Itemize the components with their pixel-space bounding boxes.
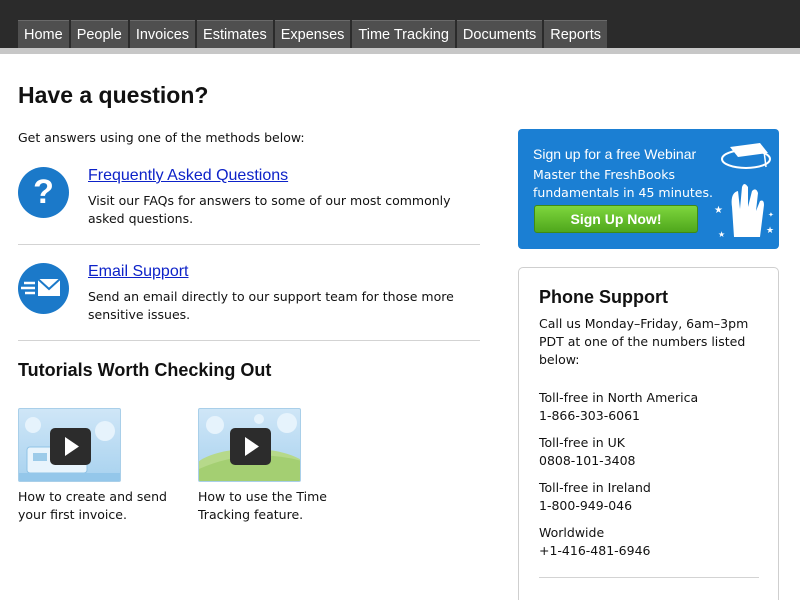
nav-tab-reports[interactable]: Reports bbox=[544, 20, 608, 48]
nav-tab-home[interactable]: Home bbox=[18, 20, 69, 48]
phone-support-title: Phone Support bbox=[539, 287, 668, 307]
sign-up-button[interactable]: Sign Up Now! bbox=[534, 205, 698, 233]
nav-tab-documents[interactable]: Documents bbox=[456, 20, 543, 48]
intro-text: Get answers using one of the methods bel… bbox=[18, 130, 305, 145]
nav-tab-expenses[interactable]: Expenses bbox=[274, 20, 351, 48]
phone-number: 1-866-303-6061 bbox=[539, 408, 641, 423]
phone-support-divider bbox=[539, 577, 759, 578]
svg-text:✦: ✦ bbox=[768, 211, 774, 219]
nav-tab-invoices[interactable]: Invoices bbox=[129, 20, 196, 48]
tutorial-item: How to create and send your first invoic… bbox=[18, 408, 188, 524]
page-title: Have a question? bbox=[18, 82, 209, 108]
graduate-hand-icon: ★ ★ ★ ✦ bbox=[714, 143, 774, 239]
tutorial-video-thumbnail[interactable] bbox=[198, 408, 301, 482]
nav-tab-people[interactable]: People bbox=[70, 20, 128, 48]
faq-method: ? Frequently Asked Questions Visit our F… bbox=[18, 167, 480, 237]
tutorial-video-thumbnail[interactable] bbox=[18, 408, 121, 482]
phone-entry-label: Toll-free in Ireland bbox=[539, 480, 651, 495]
tutorial-caption[interactable]: How to use the Time Tracking feature. bbox=[198, 488, 358, 524]
svg-text:?: ? bbox=[33, 173, 54, 211]
phone-entry-north-america: Toll-free in North America 1-866-303-606… bbox=[539, 389, 698, 425]
tutorials-title: Tutorials Worth Checking Out bbox=[18, 360, 272, 380]
webinar-headline[interactable]: Sign up for a free Webinar bbox=[533, 146, 696, 162]
tutorial-caption[interactable]: How to create and send your first invoic… bbox=[18, 488, 178, 524]
section-divider bbox=[18, 244, 480, 245]
phone-support-panel: Phone Support Call us Monday–Friday, 6am… bbox=[518, 267, 779, 600]
phone-number: 1-800-949-046 bbox=[539, 498, 633, 513]
tutorial-item: How to use the Time Tracking feature. bbox=[198, 408, 368, 524]
phone-entry-label: Toll-free in North America bbox=[539, 390, 699, 405]
email-description: Send an email directly to our support te… bbox=[88, 289, 454, 322]
play-icon[interactable] bbox=[50, 428, 91, 465]
phone-support-intro: Call us Monday–Friday, 6am–3pm PDT at on… bbox=[539, 316, 749, 367]
svg-text:★: ★ bbox=[766, 226, 774, 236]
phone-entry-label: Worldwide bbox=[539, 525, 605, 540]
phone-entry-label: Toll-free in UK bbox=[539, 435, 625, 450]
nav-tab-time-tracking[interactable]: Time Tracking bbox=[352, 20, 455, 48]
nav-tab-estimates[interactable]: Estimates bbox=[197, 20, 273, 48]
play-icon[interactable] bbox=[230, 428, 271, 465]
question-icon[interactable]: ? bbox=[18, 167, 69, 218]
webinar-subtext: Master the FreshBooks fundamentals in 45… bbox=[533, 167, 713, 200]
svg-text:★: ★ bbox=[714, 205, 723, 216]
email-support-link[interactable]: Email Support bbox=[88, 263, 189, 281]
faq-link[interactable]: Frequently Asked Questions bbox=[88, 167, 288, 185]
phone-entry-worldwide: Worldwide +1-416-481-6946 bbox=[539, 524, 651, 560]
phone-entry-uk: Toll-free in UK 0808-101-3408 bbox=[539, 434, 636, 470]
main-nav: Home People Invoices Estimates Expenses … bbox=[18, 20, 609, 48]
webinar-banner: Sign up for a free Webinar Master the Fr… bbox=[518, 129, 779, 249]
email-icon[interactable] bbox=[18, 263, 69, 314]
faq-description: Visit our FAQs for answers to some of ou… bbox=[88, 193, 451, 226]
phone-number: +1-416-481-6946 bbox=[539, 543, 651, 558]
email-method: Email Support Send an email directly to … bbox=[18, 263, 480, 333]
section-divider bbox=[18, 340, 480, 341]
phone-number: 0808-101-3408 bbox=[539, 453, 636, 468]
phone-entry-ireland: Toll-free in Ireland 1-800-949-046 bbox=[539, 479, 651, 515]
svg-text:★: ★ bbox=[718, 230, 725, 239]
